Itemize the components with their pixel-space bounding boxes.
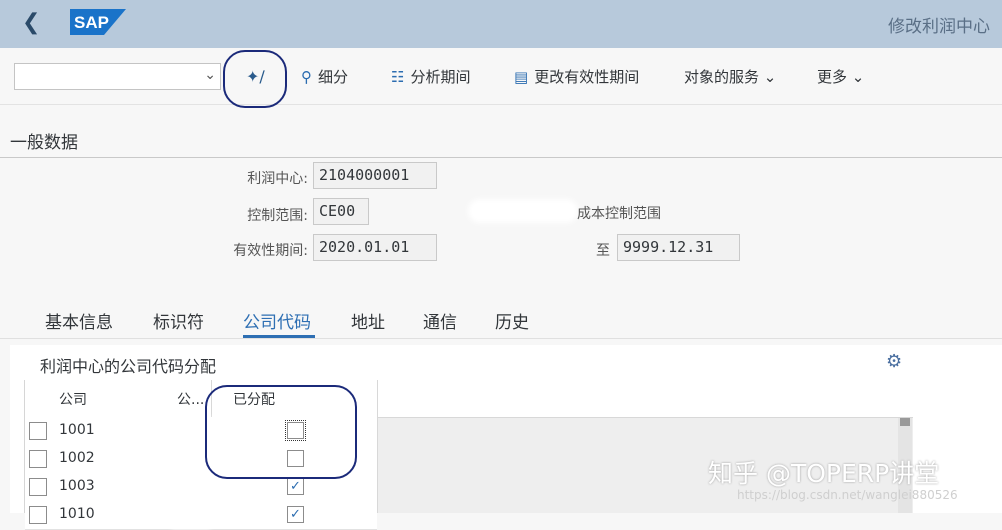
hierarchy-icon: ☷ <box>391 68 405 86</box>
tab-history[interactable]: 历史 <box>495 308 529 333</box>
chevron-down-icon: ⌄ <box>763 68 777 86</box>
command-dropdown[interactable]: ⌄ <box>14 63 221 90</box>
redacted-area <box>171 473 211 501</box>
chevron-down-icon: ⌄ <box>851 68 865 86</box>
company-code-cell: 1003 <box>59 478 95 494</box>
column-divider <box>377 380 378 513</box>
toolbar: ⌄ ✦∕ ⚲ 细分 ☷ 分析期间 ▤ 更改有效性期间 对象的服务 ⌄ 更多 ⌄ <box>0 50 1002 105</box>
table-header: 公司 公... 已分配 <box>25 380 913 418</box>
company-code-cell: 1010 <box>59 506 95 522</box>
tab-communication[interactable]: 通信 <box>423 308 457 333</box>
sap-logo: SAP <box>70 9 126 35</box>
annotation-circle <box>223 50 287 108</box>
controlling-area-field[interactable]: CE00 <box>313 198 369 225</box>
row-select-checkbox[interactable] <box>29 478 47 496</box>
chevron-down-icon: ⌄ <box>204 67 216 83</box>
company-code-cell: 1002 <box>59 450 95 466</box>
field-label-profit-center: 利润中心: <box>247 171 308 187</box>
analysis-period-button[interactable]: ☷ 分析期间 <box>391 66 470 87</box>
gear-icon[interactable]: ⚙ <box>886 351 902 372</box>
row-select-checkbox[interactable] <box>29 450 47 468</box>
tab-company-codes[interactable]: 公司代码 <box>243 308 311 333</box>
tab-identifiers[interactable]: 标识符 <box>153 308 204 333</box>
profit-center-field[interactable]: 2104000001 <box>313 162 437 189</box>
assigned-checkbox[interactable]: ✓ <box>287 478 304 495</box>
panel-title: 利润中心的公司代码分配 <box>40 357 217 376</box>
shell-bar: ❮ SAP 修改利润中心 <box>0 0 1002 48</box>
field-label-validity: 有效性期间: <box>233 243 308 259</box>
section-title-general: 一般数据 <box>10 133 78 153</box>
valid-from-field[interactable]: 2020.01.01 <box>313 234 437 261</box>
tab-basic-info[interactable]: 基本信息 <box>45 308 113 333</box>
row-select-checkbox[interactable] <box>29 422 47 440</box>
annotation-circle <box>205 385 357 479</box>
column-header-company[interactable]: 公司 <box>59 389 87 409</box>
drilldown-button[interactable]: ⚲ 细分 <box>301 66 348 87</box>
row-select-checkbox[interactable] <box>29 506 47 524</box>
back-icon[interactable]: ❮ <box>22 10 40 35</box>
section-divider <box>0 157 1002 158</box>
tab-bar: 基本信息 标识符 公司代码 地址 通信 历史 <box>0 300 1002 339</box>
table-row[interactable]: 1010 ✓ <box>25 501 377 530</box>
valid-to-field[interactable]: 9999.12.31 <box>617 234 740 261</box>
check-icon: ✓ <box>290 507 301 522</box>
watermark-url: https://blog.csdn.net/wanglei880526 <box>737 488 958 502</box>
active-tab-indicator <box>243 335 315 338</box>
controlling-area-description: 成本控制范围 <box>577 206 661 222</box>
column-header-company-name[interactable]: 公... <box>177 389 204 409</box>
redacted-area <box>171 501 211 529</box>
svg-text:SAP: SAP <box>74 13 109 32</box>
assigned-checkbox[interactable]: ✓ <box>287 506 304 523</box>
check-icon: ✓ <box>290 479 301 494</box>
watermark-text: 知乎 @TOPERP讲堂 <box>708 459 940 488</box>
tab-address[interactable]: 地址 <box>351 308 385 333</box>
scrollbar-thumb[interactable] <box>900 418 910 426</box>
redacted-area <box>468 199 578 223</box>
calendar-icon: ▤ <box>514 68 529 86</box>
change-validity-button[interactable]: ▤ 更改有效性期间 <box>514 66 639 87</box>
more-menu[interactable]: 更多 ⌄ <box>817 66 864 87</box>
to-label: 至 <box>596 243 610 259</box>
zoom-icon: ⚲ <box>301 68 312 86</box>
object-services-menu[interactable]: 对象的服务 ⌄ <box>684 66 776 87</box>
company-code-cell: 1001 <box>59 422 95 438</box>
field-label-controlling-area: 控制范围: <box>247 208 308 224</box>
page-title: 修改利润中心 <box>888 17 990 37</box>
